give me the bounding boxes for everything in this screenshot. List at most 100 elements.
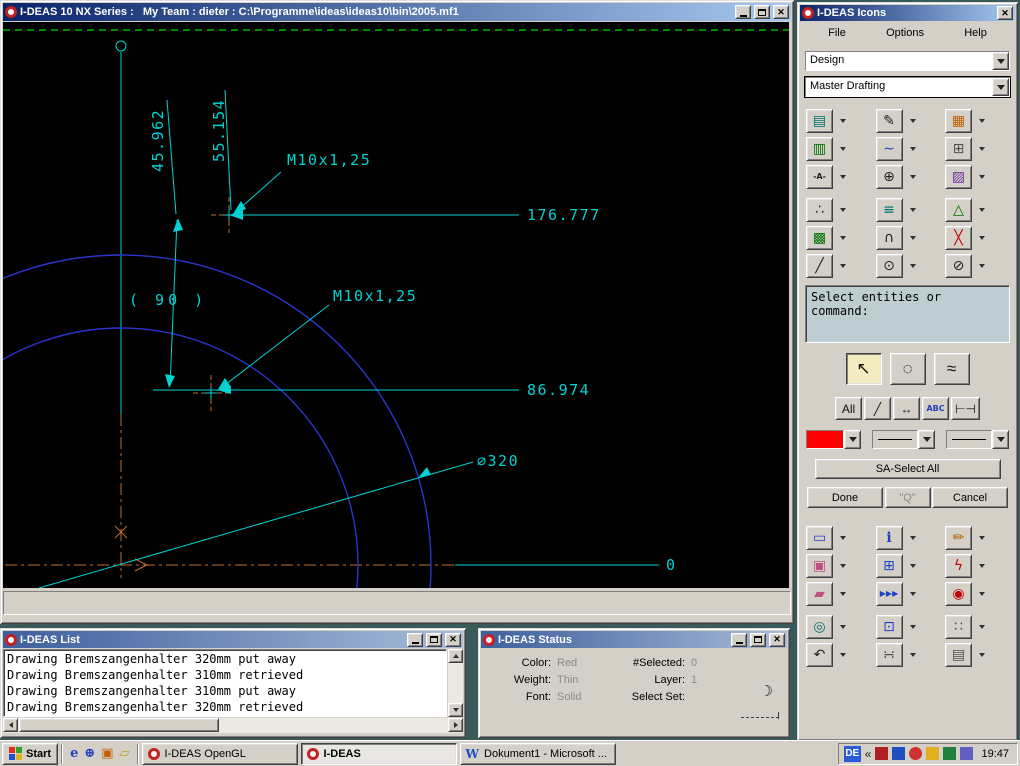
dropdown-arrow-icon[interactable]	[909, 264, 916, 271]
tray-icon-3[interactable]	[909, 747, 923, 760]
dropdown-arrow-icon[interactable]	[909, 536, 916, 543]
minimize-button[interactable]	[731, 632, 747, 647]
dropdown-arrow-icon[interactable]	[979, 236, 985, 243]
points-icon[interactable]: ∴	[806, 198, 833, 222]
dropdown-arrow-icon[interactable]	[979, 625, 985, 632]
line-weight-arrow[interactable]	[918, 430, 935, 449]
undo-icon[interactable]: ↶	[806, 643, 833, 667]
task-dropdown-arrow[interactable]	[992, 52, 1009, 70]
tray-chevron-icon[interactable]: «	[865, 747, 872, 761]
done-button[interactable]: Done	[807, 487, 883, 508]
scroll-left-button[interactable]	[3, 718, 18, 732]
fit-tool-button[interactable]: ⊢⊣	[951, 397, 980, 420]
dropdown-arrow-icon[interactable]	[909, 592, 916, 599]
dot-matrix-icon[interactable]: ∺	[875, 643, 903, 667]
scrollbar-thumb[interactable]	[19, 718, 219, 732]
list-window-titlebar[interactable]: I-DEAS List ✕	[3, 631, 463, 648]
dropdown-arrow-icon[interactable]	[840, 208, 846, 215]
drawing-viewport[interactable]: 45.962 55.154 176.777 M10x1,25 ( 90 ) M1…	[3, 22, 789, 588]
application-dropdown[interactable]: Master Drafting	[804, 76, 1011, 98]
maximize-button[interactable]	[426, 632, 442, 647]
spline-icon[interactable]: ∼	[875, 137, 903, 161]
tray-icon-2[interactable]	[892, 747, 906, 760]
minimize-button[interactable]	[407, 632, 423, 647]
dim-label-176777[interactable]: 176.777	[527, 206, 601, 224]
dim-label-0[interactable]: 0	[666, 556, 677, 574]
tray-icon-6[interactable]	[960, 747, 974, 760]
menu-options[interactable]: Options	[880, 25, 930, 41]
close-button[interactable]: ✕	[445, 632, 461, 647]
language-indicator[interactable]: DE	[843, 745, 861, 762]
dropdown-arrow-icon[interactable]	[909, 147, 916, 154]
dropdown-arrow-icon[interactable]	[909, 564, 916, 571]
datum-label-icon[interactable]: -A-	[806, 165, 833, 189]
tray-icon-1[interactable]	[875, 747, 889, 760]
color-grid-icon[interactable]: ▦	[945, 109, 972, 133]
dropdown-arrow-icon[interactable]	[840, 119, 846, 126]
line-style-dropdown[interactable]	[946, 430, 1009, 449]
close-button[interactable]: ✕	[997, 6, 1013, 20]
filter-tool-button[interactable]: ≈	[933, 353, 970, 385]
cascade-windows-icon[interactable]: ⊞	[875, 554, 903, 578]
donut-icon[interactable]: ◉	[945, 582, 972, 606]
screen-monitor-icon[interactable]: ⊡	[875, 615, 903, 639]
relief-triangle-icon[interactable]: △	[945, 198, 972, 222]
maximize-button[interactable]	[754, 5, 770, 19]
task-button-ideas[interactable]: I-DEAS	[300, 742, 457, 765]
dropdown-arrow-icon[interactable]	[840, 236, 846, 243]
eraser-icon[interactable]: ▰	[806, 582, 833, 606]
dropdown-arrow-icon[interactable]	[909, 208, 916, 215]
drawing-layout-icon[interactable]: ▤	[806, 109, 833, 133]
dimension-tool-button[interactable]: ↔	[893, 397, 921, 420]
zoom-glass-icon[interactable]: ◎	[806, 615, 833, 639]
thread-callout-1[interactable]: M10x1,25	[287, 151, 371, 169]
task-button-ideas-opengl[interactable]: I-DEAS OpenGL	[141, 742, 298, 765]
status-window-titlebar[interactable]: I-DEAS Status ✕	[481, 631, 787, 648]
dropdown-arrow-icon[interactable]	[979, 536, 985, 543]
tray-icon-4[interactable]	[926, 747, 940, 760]
dropdown-arrow-icon[interactable]	[979, 592, 985, 599]
color-dropdown-arrow[interactable]	[844, 430, 861, 449]
command-prompt-area[interactable]: Select entities or command:	[805, 285, 1010, 343]
list-output[interactable]: Drawing Bremszangenhalter 320mm put away…	[3, 649, 447, 717]
application-dropdown-arrow[interactable]	[992, 78, 1009, 96]
dropdown-arrow-icon[interactable]	[979, 208, 985, 215]
tray-icon-5[interactable]	[943, 747, 957, 760]
dropdown-arrow-icon[interactable]	[840, 264, 846, 271]
folder-icon[interactable]: ▱	[120, 747, 130, 760]
color-swatch-dropdown[interactable]	[806, 430, 861, 449]
dropdown-arrow-icon[interactable]	[979, 564, 985, 571]
sa-select-all-button[interactable]: SA-Select All	[814, 459, 1001, 479]
cancel-button[interactable]: Cancel	[932, 487, 1008, 508]
info-icon[interactable]: i	[875, 526, 903, 550]
dropdown-arrow-icon[interactable]	[840, 653, 846, 660]
menu-help[interactable]: Help	[958, 25, 993, 41]
line-style-arrow[interactable]	[992, 430, 1009, 449]
dropdown-arrow-icon[interactable]	[909, 236, 916, 243]
dropdown-arrow-icon[interactable]	[840, 536, 846, 543]
scroll-right-button[interactable]	[448, 718, 463, 732]
shaded-box-icon[interactable]: ▩	[806, 226, 833, 250]
select-all-button[interactable]: All	[835, 397, 863, 420]
pick-tool-button[interactable]: ↖	[845, 353, 882, 385]
dropdown-arrow-icon[interactable]	[840, 147, 846, 154]
copy-layout-icon[interactable]: ▣	[806, 554, 833, 578]
dropdown-arrow-icon[interactable]	[840, 625, 846, 632]
internet-explorer-icon[interactable]: e	[70, 747, 78, 760]
filament-icon[interactable]: ϟ	[945, 554, 972, 578]
redisplay-icon[interactable]: ▶▶▶	[875, 582, 903, 606]
ref-dim-label-90[interactable]: ( 90 )	[129, 291, 207, 309]
dropdown-arrow-icon[interactable]	[840, 564, 846, 571]
viewport-window-icon[interactable]: ▭	[806, 526, 833, 550]
thread-callout-2[interactable]: M10x1,25	[333, 287, 417, 305]
vertical-scrollbar[interactable]	[448, 649, 463, 717]
icons-panel-titlebar[interactable]: I-DEAS Icons ✕	[800, 5, 1015, 21]
dim-label-86974[interactable]: 86.974	[527, 381, 590, 399]
dropdown-arrow-icon[interactable]	[909, 653, 916, 660]
line-weight-dropdown[interactable]	[872, 430, 935, 449]
balloon-icon[interactable]: ⊙	[875, 254, 903, 278]
paintbrush-icon[interactable]: ✏	[945, 526, 972, 550]
maximize-button[interactable]	[750, 632, 766, 647]
dim-label-45962[interactable]: 45.962	[149, 109, 167, 172]
dropdown-arrow-icon[interactable]	[909, 175, 916, 182]
